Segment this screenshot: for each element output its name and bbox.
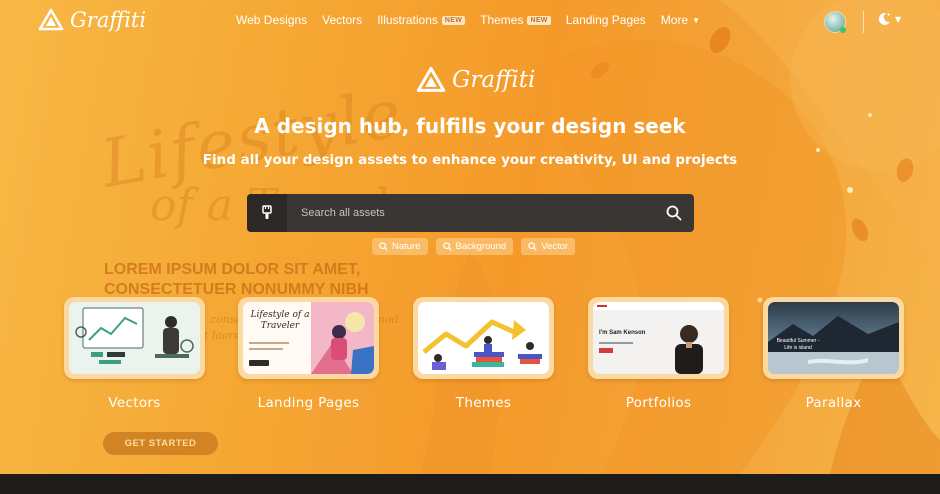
category-label: Vectors [108, 395, 161, 411]
search-input[interactable] [287, 207, 654, 219]
nav-link-landing-pages[interactable]: Landing Pages [566, 13, 646, 27]
nav-link-web-designs[interactable]: Web Designs [236, 13, 307, 27]
category-label: Themes [455, 395, 512, 411]
card-frame [64, 297, 205, 379]
tag-label: Nature [392, 241, 421, 252]
hero-subline: Find all your design assets to enhance y… [202, 152, 738, 168]
moon-icon [878, 12, 891, 25]
parallax-thumbnail: Beautiful Summer - Life is island [768, 302, 899, 374]
nav-link-vectors[interactable]: Vectors [322, 13, 362, 27]
nav-link-label: Illustrations [377, 13, 438, 27]
new-badge: NEW [441, 15, 466, 25]
brand-name: Graffiti [70, 8, 147, 32]
nav-link-label: More [660, 13, 689, 27]
thumbnail-title: Beautiful Summer - Life is island [776, 338, 820, 351]
hero-headline: A design hub, fulfills your design seek [254, 114, 686, 138]
card-frame: I'm Sam Kenson [588, 297, 729, 379]
nav-link-label: Landing Pages [565, 13, 646, 27]
category-card-themes[interactable]: Themes [413, 297, 554, 411]
paint-brush-icon [262, 205, 272, 219]
category-label: Parallax [805, 395, 862, 411]
category-card-parallax[interactable]: Beautiful Summer - Life is island Parall… [763, 297, 904, 411]
thumbnail-title: I'm Sam Kenson [599, 330, 646, 336]
tag-chip-nature[interactable]: Nature [372, 238, 428, 255]
tag-label: Vector [541, 241, 569, 252]
asset-type-selector[interactable] [247, 194, 287, 232]
category-label: Landing Pages [257, 395, 360, 411]
nav-links: Web Designs Vectors Illustrations NEW The… [236, 13, 700, 27]
thumbnail-title: Lifestyle of a Traveler [250, 310, 310, 331]
nav-link-label: Web Designs [236, 13, 308, 27]
graffiti-logo-icon [38, 8, 64, 31]
top-navbar: Graffiti Web Designs Vectors Illustratio… [0, 0, 940, 44]
nav-divider [863, 11, 864, 33]
footer-strip [0, 474, 940, 494]
center-brand-logo: Graffiti [416, 66, 535, 94]
card-frame [413, 297, 554, 379]
tag-chip-vector[interactable]: Vector [521, 238, 576, 255]
search-icon [379, 242, 388, 251]
hero-section: Lifestyle of a Traveler LOREM IPSUM DOLO… [0, 0, 940, 474]
brand-logo-link[interactable]: Graffiti [38, 8, 146, 32]
online-status-dot [840, 27, 846, 33]
search-bar [247, 194, 694, 232]
new-badge: NEW [527, 15, 551, 25]
tag-label: Background [455, 241, 507, 252]
vectors-thumbnail [69, 302, 200, 374]
nav-link-themes[interactable]: Themes NEW [480, 13, 551, 27]
caret-down-icon: ▼ [895, 14, 902, 24]
category-card-vectors[interactable]: Vectors [64, 297, 205, 411]
search-button[interactable] [654, 194, 694, 232]
nav-link-more[interactable]: More ▼ [661, 13, 700, 27]
background-heading: LOREM IPSUM DOLOR SIT AMET, CONSECTETUER… [104, 261, 369, 298]
suggested-tags: Nature Background Vector [372, 238, 576, 255]
get-started-button[interactable]: GET STARTED [103, 432, 218, 455]
search-icon [442, 242, 452, 251]
nav-link-illustrations[interactable]: Illustrations NEW [377, 13, 466, 27]
themes-thumbnail [418, 302, 549, 374]
theme-toggle-button[interactable]: ▼ [876, 11, 901, 27]
category-card-landing-pages[interactable]: Lifestyle of a Traveler Landing Pages [238, 297, 379, 411]
nav-link-label: Themes [480, 13, 524, 27]
category-cards: Vectors Lifestyle of a Traveler Landing … [64, 297, 904, 417]
tag-chip-background[interactable]: Background [435, 238, 514, 255]
graffiti-logo-icon [416, 66, 446, 92]
caret-down-icon: ▼ [692, 15, 701, 25]
center-brand-name: Graffiti [452, 67, 536, 93]
category-label: Portfolios [625, 395, 692, 411]
landing-pages-thumbnail: Lifestyle of a Traveler [243, 302, 374, 374]
nav-link-label: Vectors [322, 13, 363, 27]
search-icon [528, 242, 537, 251]
search-icon [666, 205, 682, 221]
portfolios-thumbnail: I'm Sam Kenson [593, 302, 724, 374]
category-card-portfolios[interactable]: I'm Sam Kenson Portfolios [588, 297, 729, 411]
card-frame: Beautiful Summer - Life is island [763, 297, 904, 379]
card-frame: Lifestyle of a Traveler [238, 297, 379, 379]
